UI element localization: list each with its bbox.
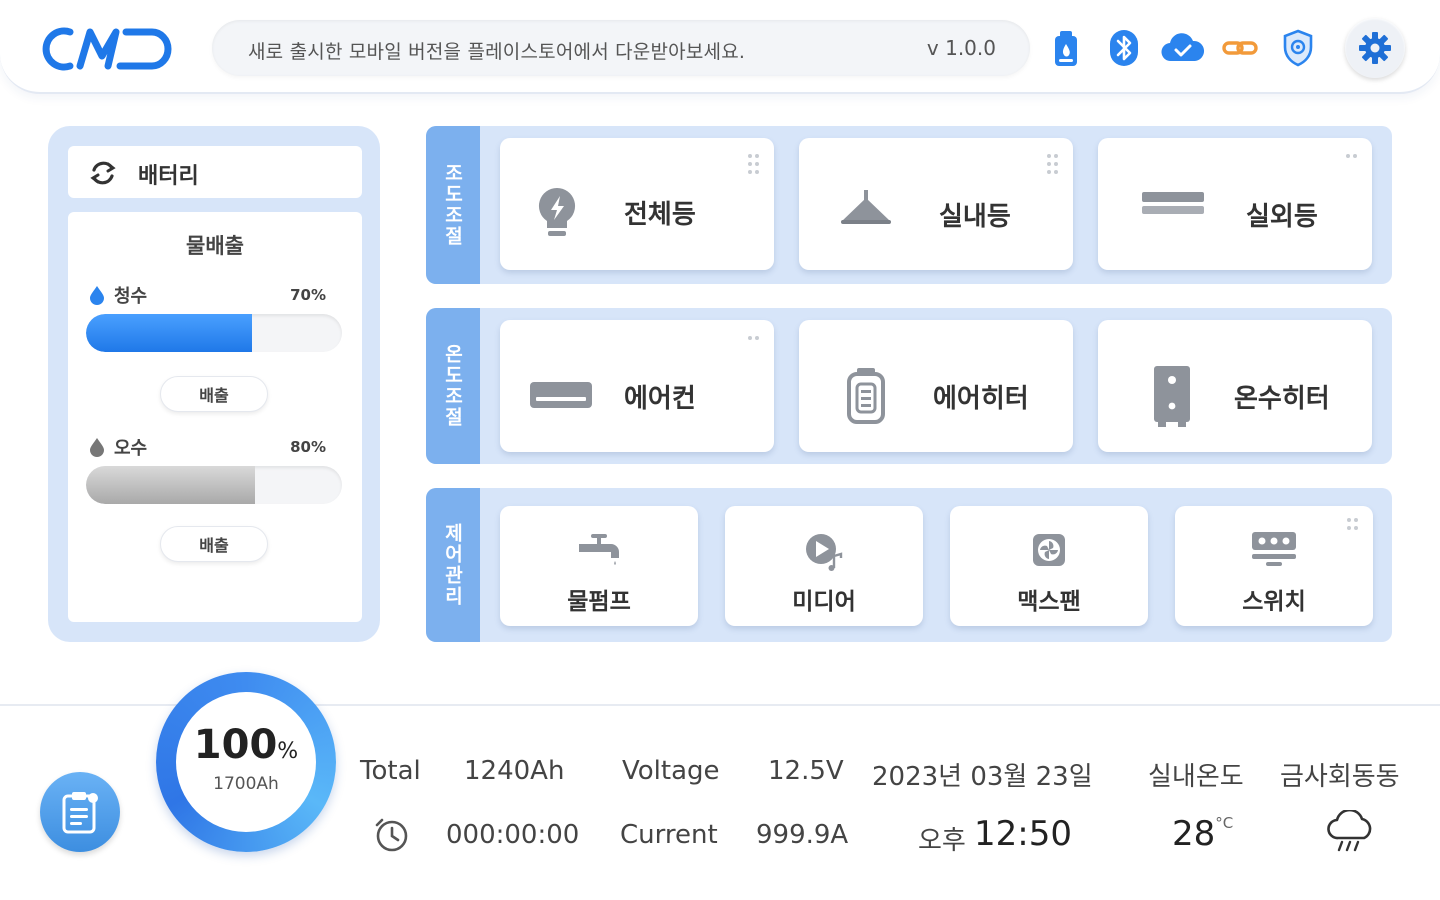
ceiling-lamp-icon <box>841 190 891 224</box>
battery-percent: 100% <box>193 722 299 768</box>
card-water-heater[interactable]: 온수히터 <box>1098 320 1372 452</box>
battery-title: 배터리 <box>138 164 199 189</box>
grey-water-percent: 80% <box>290 438 326 456</box>
notice-bar[interactable]: 새로 출시한 모바일 버전을 플레이스토어에서 다운받아보세요. v 1.0.0 <box>212 20 1030 76</box>
voltage-value: 12.5V <box>768 756 844 786</box>
clipboard-icon <box>62 792 98 834</box>
current-value: 999.9A <box>756 820 849 850</box>
card-all-lights[interactable]: 전체등 <box>500 138 774 270</box>
card-label: 에어컨 <box>624 384 696 414</box>
temperature-group: 온도조절 에어컨 에어히터 온수히터 <box>426 308 1392 464</box>
link-icon[interactable] <box>1220 26 1260 70</box>
timer-icon <box>375 818 408 852</box>
clock-ampm: 오후 <box>918 826 966 856</box>
total-value: 1240Ah <box>464 756 565 786</box>
control-tab: 제어관리 <box>426 488 480 642</box>
card-label: 미디어 <box>792 589 856 615</box>
indoor-temp-label: 실내온도 <box>1148 762 1244 792</box>
settings-button[interactable] <box>1345 18 1405 78</box>
card-label: 에어히터 <box>933 384 1029 414</box>
bluetooth-icon[interactable] <box>1104 26 1144 70</box>
rain-cloud-icon <box>1327 810 1372 852</box>
air-conditioner-icon <box>530 382 592 408</box>
total-label: Total <box>360 756 421 786</box>
card-label: 실외등 <box>1246 202 1318 232</box>
date-display: 2023년 03월 23일 <box>872 762 1093 792</box>
location-label: 금사회동동 <box>1280 762 1400 792</box>
card-label: 물펌프 <box>567 589 631 615</box>
card-label: 맥스팬 <box>1017 589 1081 615</box>
fan-icon <box>1033 534 1065 566</box>
grey-water-label: 오수 <box>88 434 147 460</box>
battery-gauge-center: 100% 1700Ah <box>176 692 316 832</box>
card-switch[interactable]: 스위치 <box>1175 506 1373 626</box>
current-label: Current <box>620 820 718 850</box>
clean-water-label: 청수 <box>88 282 147 308</box>
card-label: 스위치 <box>1242 589 1306 615</box>
clock-time: 12:50 <box>974 814 1072 854</box>
top-header: 새로 출시한 모바일 버전을 플레이스토어에서 다운받아보세요. v 1.0.0 <box>0 0 1440 94</box>
battery-panel: 배터리 물배출 청수 70% 배출 오수 80% 배출 <box>48 126 380 642</box>
water-heater-icon <box>1154 366 1190 427</box>
lighting-tab: 조도조절 <box>426 126 480 284</box>
card-label: 실내등 <box>939 202 1011 232</box>
water-drain-box: 물배출 청수 70% 배출 오수 80% 배출 <box>68 212 362 622</box>
drag-handle-icon[interactable] <box>1346 154 1360 162</box>
card-water-pump[interactable]: 물펌프 <box>500 506 698 626</box>
clean-water-bar <box>86 314 342 352</box>
voltage-label: Voltage <box>622 756 720 786</box>
notes-button[interactable] <box>40 772 120 852</box>
card-indoor-light[interactable]: 실내등 <box>799 138 1073 270</box>
clean-water-bar-fill <box>86 314 253 352</box>
temperature-tab: 온도조절 <box>426 308 480 464</box>
temperature-value: 28°C <box>1172 814 1234 854</box>
drag-handle-icon[interactable] <box>748 336 762 344</box>
card-air-heater[interactable]: 에어히터 <box>799 320 1073 452</box>
battery-capacity: 1700Ah <box>213 774 279 794</box>
gas-icon[interactable] <box>1046 26 1086 70</box>
card-media[interactable]: 미디어 <box>725 506 923 626</box>
switch-panel-icon <box>1252 532 1296 566</box>
grey-drop-icon <box>90 438 104 457</box>
battery-header[interactable]: 배터리 <box>68 146 362 198</box>
clean-water-percent: 70% <box>290 286 326 304</box>
cmd-logo <box>42 27 172 71</box>
lighting-group: 조도조절 전체등 실내등 실외등 <box>426 126 1392 284</box>
drag-handle-icon[interactable] <box>748 154 762 178</box>
lightbulb-icon <box>538 187 576 236</box>
shield-icon[interactable] <box>1278 26 1318 70</box>
clean-water-drain-button[interactable]: 배출 <box>160 376 268 412</box>
water-drop-icon <box>90 286 104 305</box>
media-play-icon <box>806 534 843 571</box>
drain-title: 물배출 <box>186 234 244 258</box>
version-label: v 1.0.0 <box>926 36 996 60</box>
card-label: 전체등 <box>624 200 696 230</box>
battery-gauge: 100% 1700Ah <box>156 672 336 852</box>
control-group: 제어관리 물펌프 미디어 맥스팬 스위치 <box>426 488 1392 642</box>
timer-value: 000:00:00 <box>446 820 580 850</box>
card-air-conditioner[interactable]: 에어컨 <box>500 320 774 452</box>
grey-water-bar-fill <box>86 466 255 504</box>
temperature-unit: °C <box>1215 814 1234 832</box>
grey-water-drain-button[interactable]: 배출 <box>160 526 268 562</box>
drag-handle-icon[interactable] <box>1347 518 1361 534</box>
refresh-icon[interactable] <box>88 158 118 188</box>
card-label: 온수히터 <box>1234 384 1330 414</box>
app-root: 새로 출시한 모바일 버전을 플레이스토어에서 다운받아보세요. v 1.0.0 <box>0 0 1440 900</box>
gear-icon <box>1359 32 1391 64</box>
drag-handle-icon[interactable] <box>1047 154 1061 178</box>
faucet-icon <box>579 534 619 565</box>
air-heater-icon <box>847 368 885 424</box>
card-maxfan[interactable]: 맥스팬 <box>950 506 1148 626</box>
grey-water-bar <box>86 466 342 504</box>
outdoor-light-bar-icon <box>1142 192 1204 214</box>
cloud-check-icon[interactable] <box>1160 26 1206 70</box>
notice-text: 새로 출시한 모바일 버전을 플레이스토어에서 다운받아보세요. <box>248 41 746 63</box>
card-outdoor-light[interactable]: 실외등 <box>1098 138 1372 270</box>
